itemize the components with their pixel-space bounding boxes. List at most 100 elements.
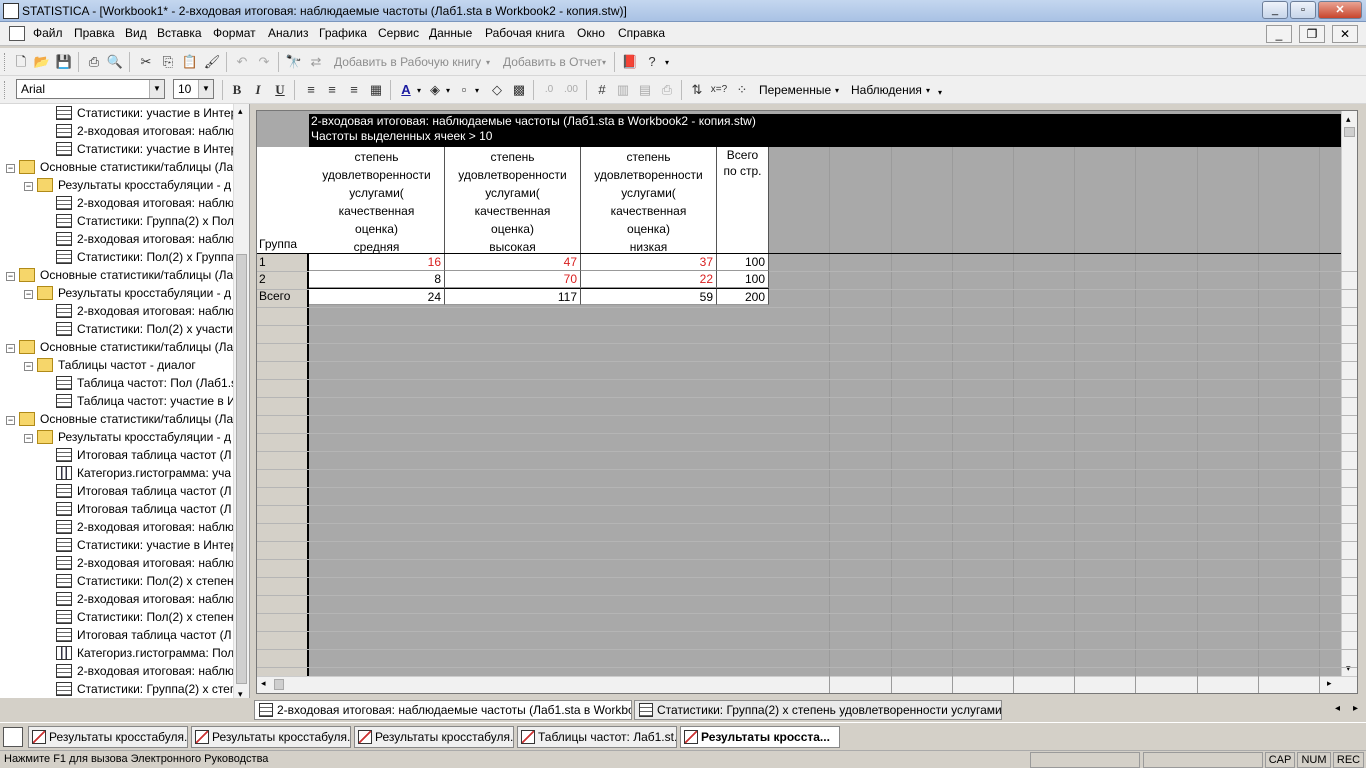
taskbar-button[interactable]: Таблицы частот: Лаб1.st... [517, 726, 677, 748]
print-preview-icon[interactable]: 🔍 [106, 53, 124, 71]
menu-edit[interactable]: Правка [74, 26, 115, 40]
doc-tab-observed-frequencies[interactable]: 2-входовая итоговая: наблюдаемые частоты… [254, 700, 632, 720]
tree-scroll-thumb[interactable] [236, 254, 247, 684]
table-edit-icon[interactable]: ▤ [636, 81, 654, 99]
tree-item[interactable]: Статистики: Группа(2) x стег [56, 680, 234, 698]
table-grid-icon[interactable]: # [593, 81, 611, 99]
sheet-horizontal-scrollbar[interactable]: ◂ ▸ [257, 676, 1357, 693]
sheet-vertical-scrollbar[interactable]: ▴ ▾ [1341, 111, 1357, 678]
tree-item[interactable]: 2-входовая итоговая: наблю [56, 302, 234, 320]
tree-vertical-scrollbar[interactable]: ▴ ▾ [233, 104, 249, 704]
table-cell[interactable]: 24 [309, 288, 445, 305]
table-cell[interactable]: 47 [445, 254, 581, 271]
new-icon[interactable]: 🗋 [12, 53, 30, 71]
collapse-toggle-icon[interactable]: − [6, 164, 15, 173]
maximize-button[interactable]: ▫ [1290, 1, 1316, 19]
tree-item[interactable]: − Основные статистики/таблицы (Ла [6, 410, 233, 428]
taskbar-button[interactable]: Результаты кросстабуля... [28, 726, 188, 748]
table-cell[interactable]: 22 [581, 271, 717, 288]
chevron-down-icon[interactable]: ▾ [486, 58, 490, 67]
borders-icon[interactable]: ▫ [455, 81, 473, 99]
table-cell[interactable]: 200 [717, 288, 769, 305]
table-print-icon[interactable]: ⎙ [658, 81, 676, 99]
print-icon[interactable]: ⎙ [85, 53, 103, 71]
tag-icon[interactable]: ◇ [488, 81, 506, 99]
tree-item[interactable]: − Результаты кросстабуляции - д [24, 284, 231, 302]
chevron-down-icon[interactable]: ▾ [938, 88, 942, 97]
tab-scroll-right-icon[interactable]: ▸ [1353, 703, 1358, 714]
tree-item[interactable]: Статистики: Пол(2) x Группа [56, 248, 234, 266]
variables-menu[interactable]: Переменные [759, 83, 831, 97]
tree-item[interactable]: 2-входовая итоговая: наблю [56, 122, 234, 140]
toolbar-grip[interactable] [4, 81, 7, 99]
tree-item[interactable]: 2-входовая итоговая: наблю [56, 590, 234, 608]
find-icon[interactable]: 🔭 [285, 53, 303, 71]
scroll-up-icon[interactable]: ▴ [1346, 114, 1351, 125]
toolbar-grip[interactable] [4, 53, 7, 71]
menu-graphics[interactable]: Графика [319, 26, 367, 40]
close-button[interactable]: ✕ [1318, 1, 1362, 19]
add-to-report-button[interactable]: Добавить в Отчет [503, 55, 602, 69]
table-cell[interactable]: 100 [717, 271, 769, 288]
collapse-toggle-icon[interactable]: − [24, 182, 33, 191]
increase-decimal-icon[interactable]: .00 [562, 81, 580, 99]
doc-tab-statistics[interactable]: Статистики: Группа(2) x степень удовлетв… [634, 700, 1002, 720]
cut-icon[interactable]: ✂ [137, 53, 155, 71]
collapse-toggle-icon[interactable]: − [6, 416, 15, 425]
underline-button[interactable]: U [271, 81, 289, 99]
tree-item[interactable]: Статистики: участие в Интер [56, 104, 237, 122]
sort-icon[interactable]: ⇅ [688, 81, 706, 99]
table-cell[interactable]: 100 [717, 254, 769, 271]
column-header[interactable]: степень удовлетворенности услугами(качеств… [309, 147, 445, 254]
fill-color-icon[interactable]: ◈ [426, 81, 444, 99]
row-label[interactable]: 2 [259, 271, 266, 287]
redo-icon[interactable]: ↷ [255, 53, 273, 71]
menu-insert[interactable]: Вставка [157, 26, 202, 40]
chevron-down-icon[interactable]: ▼ [149, 80, 164, 98]
column-header[interactable]: Всего по стр. [717, 147, 769, 253]
tree-item[interactable]: Статистики: Пол(2) x степен [56, 572, 234, 590]
collapse-toggle-icon[interactable]: − [24, 290, 33, 299]
gridlines-icon[interactable]: ▩ [510, 81, 528, 99]
copy-icon[interactable]: ⎘ [159, 53, 177, 71]
mdi-restore-button[interactable]: ❐ [1299, 25, 1325, 43]
tree-item[interactable]: − Основные статистики/таблицы (Ла [6, 338, 233, 356]
tree-item[interactable]: Статистики: Пол(2) x участи [56, 320, 233, 338]
chevron-down-icon[interactable]: ▾ [446, 86, 450, 95]
menu-help[interactable]: Справка [618, 26, 665, 40]
collapse-toggle-icon[interactable]: − [6, 272, 15, 281]
tree-item[interactable]: Категориз.гистограмма: уча [56, 464, 231, 482]
table-cell[interactable]: 16 [309, 254, 445, 271]
help-pointer-icon[interactable]: ? [643, 53, 661, 71]
tree-item[interactable]: − Основные статистики/таблицы (Ла [6, 266, 233, 284]
taskbar-button[interactable]: Результаты кросстабуля... [354, 726, 514, 748]
chevron-down-icon[interactable]: ▼ [198, 80, 213, 98]
column-header[interactable]: степень удовлетворенности услугами(качеств… [581, 147, 717, 254]
table-cell[interactable]: 8 [309, 271, 445, 288]
tree-item[interactable]: Категориз.гистограмма: Пол [56, 644, 234, 662]
tree-item[interactable]: Итоговая таблица частот (Л [56, 626, 232, 644]
chevron-down-icon[interactable]: ▾ [665, 58, 669, 67]
paste-icon[interactable]: 📋 [181, 53, 199, 71]
sheet-hscroll-thumb[interactable] [274, 679, 284, 690]
cell-format-icon[interactable]: ▦ [367, 81, 385, 99]
chevron-down-icon[interactable]: ▾ [475, 86, 479, 95]
menu-data[interactable]: Данные [429, 26, 472, 40]
align-left-icon[interactable]: ≡ [302, 81, 320, 99]
collapse-toggle-icon[interactable]: − [24, 434, 33, 443]
italic-button[interactable]: I [249, 81, 267, 99]
tree-item[interactable]: Статистики: Пол(2) x степен [56, 608, 234, 626]
workbook-icon[interactable] [9, 26, 25, 41]
chevron-down-icon[interactable]: ▾ [835, 86, 839, 95]
menu-file[interactable]: Файл [33, 26, 63, 40]
tree-item[interactable]: − Результаты кросстабуляции - д [24, 176, 231, 194]
tree-item[interactable]: Статистики: участие в Интер [56, 536, 237, 554]
mdi-close-button[interactable]: ✕ [1332, 25, 1358, 43]
tree-item[interactable]: − Результаты кросстабуляции - д [24, 428, 231, 446]
replace-icon[interactable]: ⇄ [307, 53, 325, 71]
scroll-up-icon[interactable]: ▴ [238, 106, 243, 117]
tree-item[interactable]: Итоговая таблица частот (Л [56, 500, 232, 518]
menu-view[interactable]: Вид [125, 26, 147, 40]
table-cell[interactable]: 70 [445, 271, 581, 288]
decrease-decimal-icon[interactable]: .0 [540, 81, 558, 99]
